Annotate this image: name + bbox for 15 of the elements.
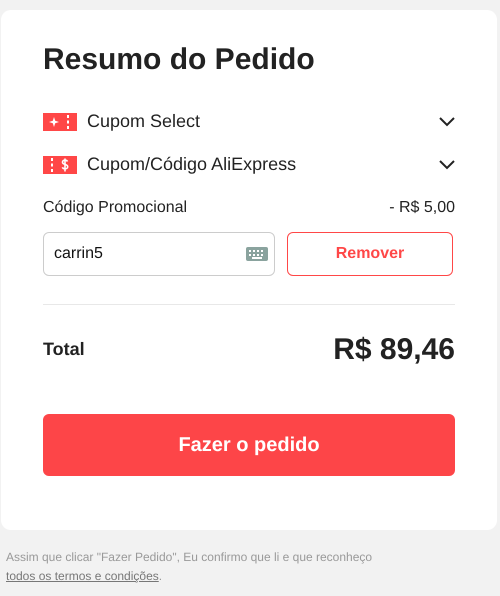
coupon-label[interactable]: Cupom/Código AliExpress	[87, 151, 429, 178]
promo-code-label: Código Promocional	[43, 198, 188, 218]
keyboard-icon[interactable]	[246, 247, 268, 261]
chevron-down-icon[interactable]	[439, 160, 455, 170]
coupon-label[interactable]: Cupom Select	[87, 108, 429, 135]
chevron-down-icon[interactable]	[439, 116, 455, 126]
terms-notice: Assim que clicar "Fazer Pedido", Eu confirmo que li e que reconheço todos os termos e condições.	[6, 549, 374, 585]
promo-code-field[interactable]: carrin5	[43, 232, 275, 276]
total-label: Total	[43, 338, 85, 361]
ticket-icon	[43, 112, 77, 130]
total-amount: R$ 89,46	[333, 332, 455, 368]
card-title: Resumo do Pedido	[43, 42, 316, 78]
discount-amount: - R$ 5,00	[389, 198, 455, 218]
ticket-icon	[43, 156, 77, 174]
terms-link[interactable]: todos os termos e condições	[6, 569, 159, 583]
